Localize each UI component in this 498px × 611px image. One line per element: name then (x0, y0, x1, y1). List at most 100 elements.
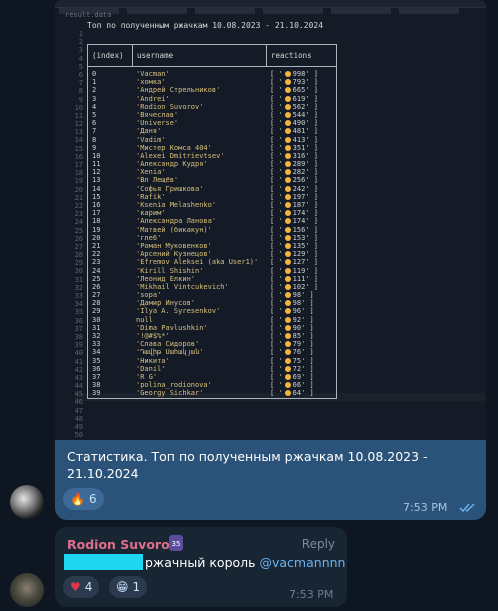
sender-name[interactable]: Rodion Suvorov (67, 537, 178, 552)
table-row: 34 'Դավիթ Սահակյան' [ ' 76' ] (88, 348, 336, 356)
reaction-count: 242 (292, 184, 306, 193)
file-label: result.data (65, 11, 112, 19)
reaction-count: 562 (292, 102, 306, 111)
table-row: 29 'Ilya A. Syresenkov' [ ' 96' ] (88, 307, 336, 315)
table-row: 19 'Матвей (бикакун)' [ ' 156' ] (88, 226, 336, 234)
row-index: 12 (92, 168, 101, 177)
row-username: 'Дамир Инусов' (136, 299, 196, 308)
reaction-count: 316 (292, 151, 306, 160)
row-username: 'Mikhail Vintcukevich' (136, 282, 229, 291)
row-reactions: [ ' 481' ] (270, 127, 318, 136)
reply-button[interactable]: Reply (302, 537, 335, 551)
screenshot-image[interactable]: result.data Топ по полученным ржачкам 10… (55, 0, 486, 440)
row-username: 'Դավիթ Սահակյան' (136, 348, 204, 357)
reaction-count: 72 (292, 364, 302, 373)
laugh-emoji-icon (284, 103, 291, 110)
line-number: 31 (74, 275, 83, 284)
table-row: 33 'Слава Сидоров' [ ' 79' ] (88, 340, 336, 348)
line-number: 21 (74, 193, 83, 202)
laugh-emoji-icon (284, 177, 291, 184)
row-reactions: [ ' 129' ] (270, 250, 318, 259)
reaction-count: 129 (292, 250, 306, 259)
line-number: 29 (74, 259, 83, 268)
avatar[interactable] (10, 485, 44, 519)
reaction-count: 490 (292, 119, 306, 128)
row-reactions: [ ' 256' ] (270, 176, 318, 185)
row-reactions: [ ' 75' ] (270, 356, 314, 365)
row-index: 5 (92, 110, 97, 119)
row-username: 'Матвей (бикакун)' (136, 225, 212, 234)
row-reactions: [ ' 127' ] (270, 258, 318, 267)
table-row: 20 'гле6' [ ' 153' ] (88, 234, 336, 242)
reaction-count: 127 (292, 258, 306, 267)
reaction-heart[interactable]: ♥ 4 (63, 576, 100, 598)
line-number: 11 (74, 111, 83, 120)
line-number: 10 (74, 103, 83, 112)
line-number: 2 (78, 38, 83, 47)
row-index: 4 (92, 102, 97, 111)
reaction-count: 351 (292, 143, 306, 152)
row-reactions: [ ' 282' ] (270, 168, 318, 177)
reaction-fire[interactable]: 🔥 6 (63, 488, 104, 510)
row-username: 'Александр Кудря' (136, 160, 208, 169)
row-reactions: [ ' 102' ] (270, 282, 318, 291)
laugh-emoji-icon (284, 259, 291, 266)
message-caption[interactable]: Статистика. Топ по полученным ржачкам 10… (55, 440, 486, 520)
reaction-count: 413 (292, 135, 306, 144)
row-username: 'Даня' (136, 127, 162, 136)
avatar[interactable] (10, 573, 44, 607)
reaction-count: 197 (292, 192, 306, 201)
table-rows: 0 'Vacman' [ ' 998' ] 1 'хомка' [ ' 793' ] 2 'Анд… (88, 67, 336, 398)
redacted-block (64, 554, 143, 570)
reply-message[interactable]: Rodion Suvorov 35 Reply ржачный король @… (55, 527, 347, 607)
laugh-emoji-icon (284, 193, 291, 200)
laugh-emoji-icon (284, 234, 291, 241)
line-number: 38 (74, 332, 83, 341)
grin-icon: 😁 (116, 580, 129, 594)
reaction-count: 90 (292, 323, 302, 332)
row-username: 'Вл Лещёв' (136, 176, 179, 185)
reaction-count: 96 (292, 307, 302, 316)
row-index: 21 (92, 241, 101, 250)
row-username: 'Андрей Стрельников' (136, 86, 221, 95)
row-reactions: [ ' 135' ] (270, 241, 318, 250)
row-index: 27 (92, 291, 101, 300)
row-reactions: [ ' 111' ] (270, 274, 318, 283)
line-number: 26 (74, 234, 83, 243)
row-reactions: [ ' 562' ] (270, 102, 318, 111)
line-number: 22 (74, 201, 83, 210)
row-username: 'Vadim' (136, 135, 166, 144)
table-row: 39 'Georgy Sichkar' [ ' 64' ] (88, 389, 336, 397)
row-index: 22 (92, 250, 101, 259)
row-reactions: [ ' 156' ] (270, 225, 318, 234)
row-reactions: [ ' 289' ] (270, 160, 318, 169)
reaction-count: 111 (292, 274, 306, 283)
row-reactions: [ ' 174' ] (270, 217, 318, 226)
line-number: 43 (74, 373, 83, 382)
row-reactions: [ ' 998' ] (270, 70, 318, 78)
reaction-count: 544 (292, 110, 306, 119)
row-username: '!@#$%*' (136, 332, 170, 340)
table-row: 35 'Никита' [ ' 75' ] (88, 357, 336, 365)
reaction-grin[interactable]: 😁 1 (109, 576, 148, 598)
row-username: 'Мистер Комса 404' (136, 143, 212, 152)
row-reactions: [ ' 242' ] (270, 184, 318, 193)
reaction-count: 76 (292, 348, 302, 357)
reaction-count: 156 (292, 225, 306, 234)
table-row: 23 'Efremov Aleksei (aka User1)' [ ' 127' ] (88, 258, 336, 266)
line-number: 12 (74, 120, 83, 129)
table-row: 7 'Даня' [ ' 481' ] (88, 127, 336, 135)
row-reactions: [ ' 793' ] (270, 78, 318, 87)
reaction-count: 665 (292, 86, 306, 95)
row-index: 11 (92, 160, 101, 169)
mention-link[interactable]: @vacmannnn (260, 555, 346, 570)
row-username: 'Andrei' (136, 94, 170, 103)
table-row: 10 'Alexei Dmitrievtsev' [ ' 316' ] (88, 152, 336, 160)
reaction-count: 102 (292, 282, 306, 291)
line-number: 15 (74, 144, 83, 153)
reaction-count: 135 (292, 241, 306, 250)
reaction-count: 289 (292, 160, 306, 169)
laugh-emoji-icon (284, 87, 291, 94)
row-index: 31 (92, 323, 101, 332)
row-index: 6 (92, 119, 97, 128)
